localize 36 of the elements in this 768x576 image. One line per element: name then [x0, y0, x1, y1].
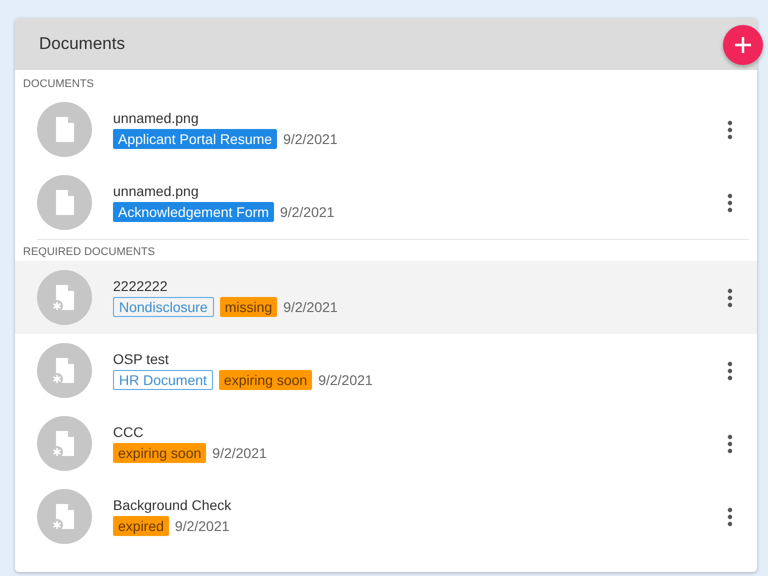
status-tag: missing — [220, 297, 278, 317]
document-row[interactable]: 2222222 Nondisclosure missing 9/2/2021 — [15, 261, 757, 334]
document-name: unnamed.png — [113, 183, 200, 199]
plus-icon — [734, 36, 752, 54]
document-row[interactable]: Background Check expired 9/2/2021 — [15, 480, 757, 553]
status-tag: expiring soon — [113, 443, 206, 463]
status-tag: expired — [113, 516, 169, 536]
document-date: 9/2/2021 — [283, 299, 338, 315]
document-type-tag: Nondisclosure — [113, 297, 214, 317]
document-row[interactable]: CCC expiring soon 9/2/2021 — [15, 407, 757, 480]
document-type-tag: Applicant Portal Resume — [113, 129, 278, 149]
document-name: 2222222 — [113, 278, 169, 294]
status-tag: expiring soon — [218, 370, 312, 390]
document-name: CCC — [113, 424, 144, 440]
document-date: 9/2/2021 — [283, 131, 338, 147]
document-name: unnamed.png — [113, 110, 200, 126]
section-heading: DOCUMENTS — [22, 77, 95, 92]
more-options-icon[interactable] — [727, 506, 733, 526]
document-type-tag: HR Document — [113, 370, 213, 390]
document-date: 9/2/2021 — [174, 518, 230, 534]
document-date: 9/2/2021 — [280, 204, 334, 220]
document-row[interactable]: unnamed.png Applicant Portal Resume 9/2/2021 — [15, 93, 757, 166]
more-options-icon[interactable] — [727, 434, 733, 454]
more-options-icon[interactable] — [727, 120, 733, 140]
more-options-icon[interactable] — [727, 360, 733, 380]
document-name: OSP test — [113, 351, 170, 367]
document-row[interactable]: OSP test HR Document expiring soon 9/2/2021 — [15, 334, 757, 407]
document-row[interactable]: unnamed.png Acknowledgement Form 9/2/2021 — [15, 166, 757, 239]
document-name: Background Check — [113, 497, 232, 513]
panel-title: Documents — [39, 34, 125, 54]
more-options-icon[interactable] — [727, 288, 733, 308]
document-date: 9/2/2021 — [212, 445, 267, 461]
section-heading: REQUIRED DOCUMENTS — [22, 245, 156, 260]
document-type-tag: Acknowledgement Form — [113, 202, 274, 222]
more-options-icon[interactable] — [727, 192, 733, 212]
document-date: 9/2/2021 — [318, 372, 373, 388]
